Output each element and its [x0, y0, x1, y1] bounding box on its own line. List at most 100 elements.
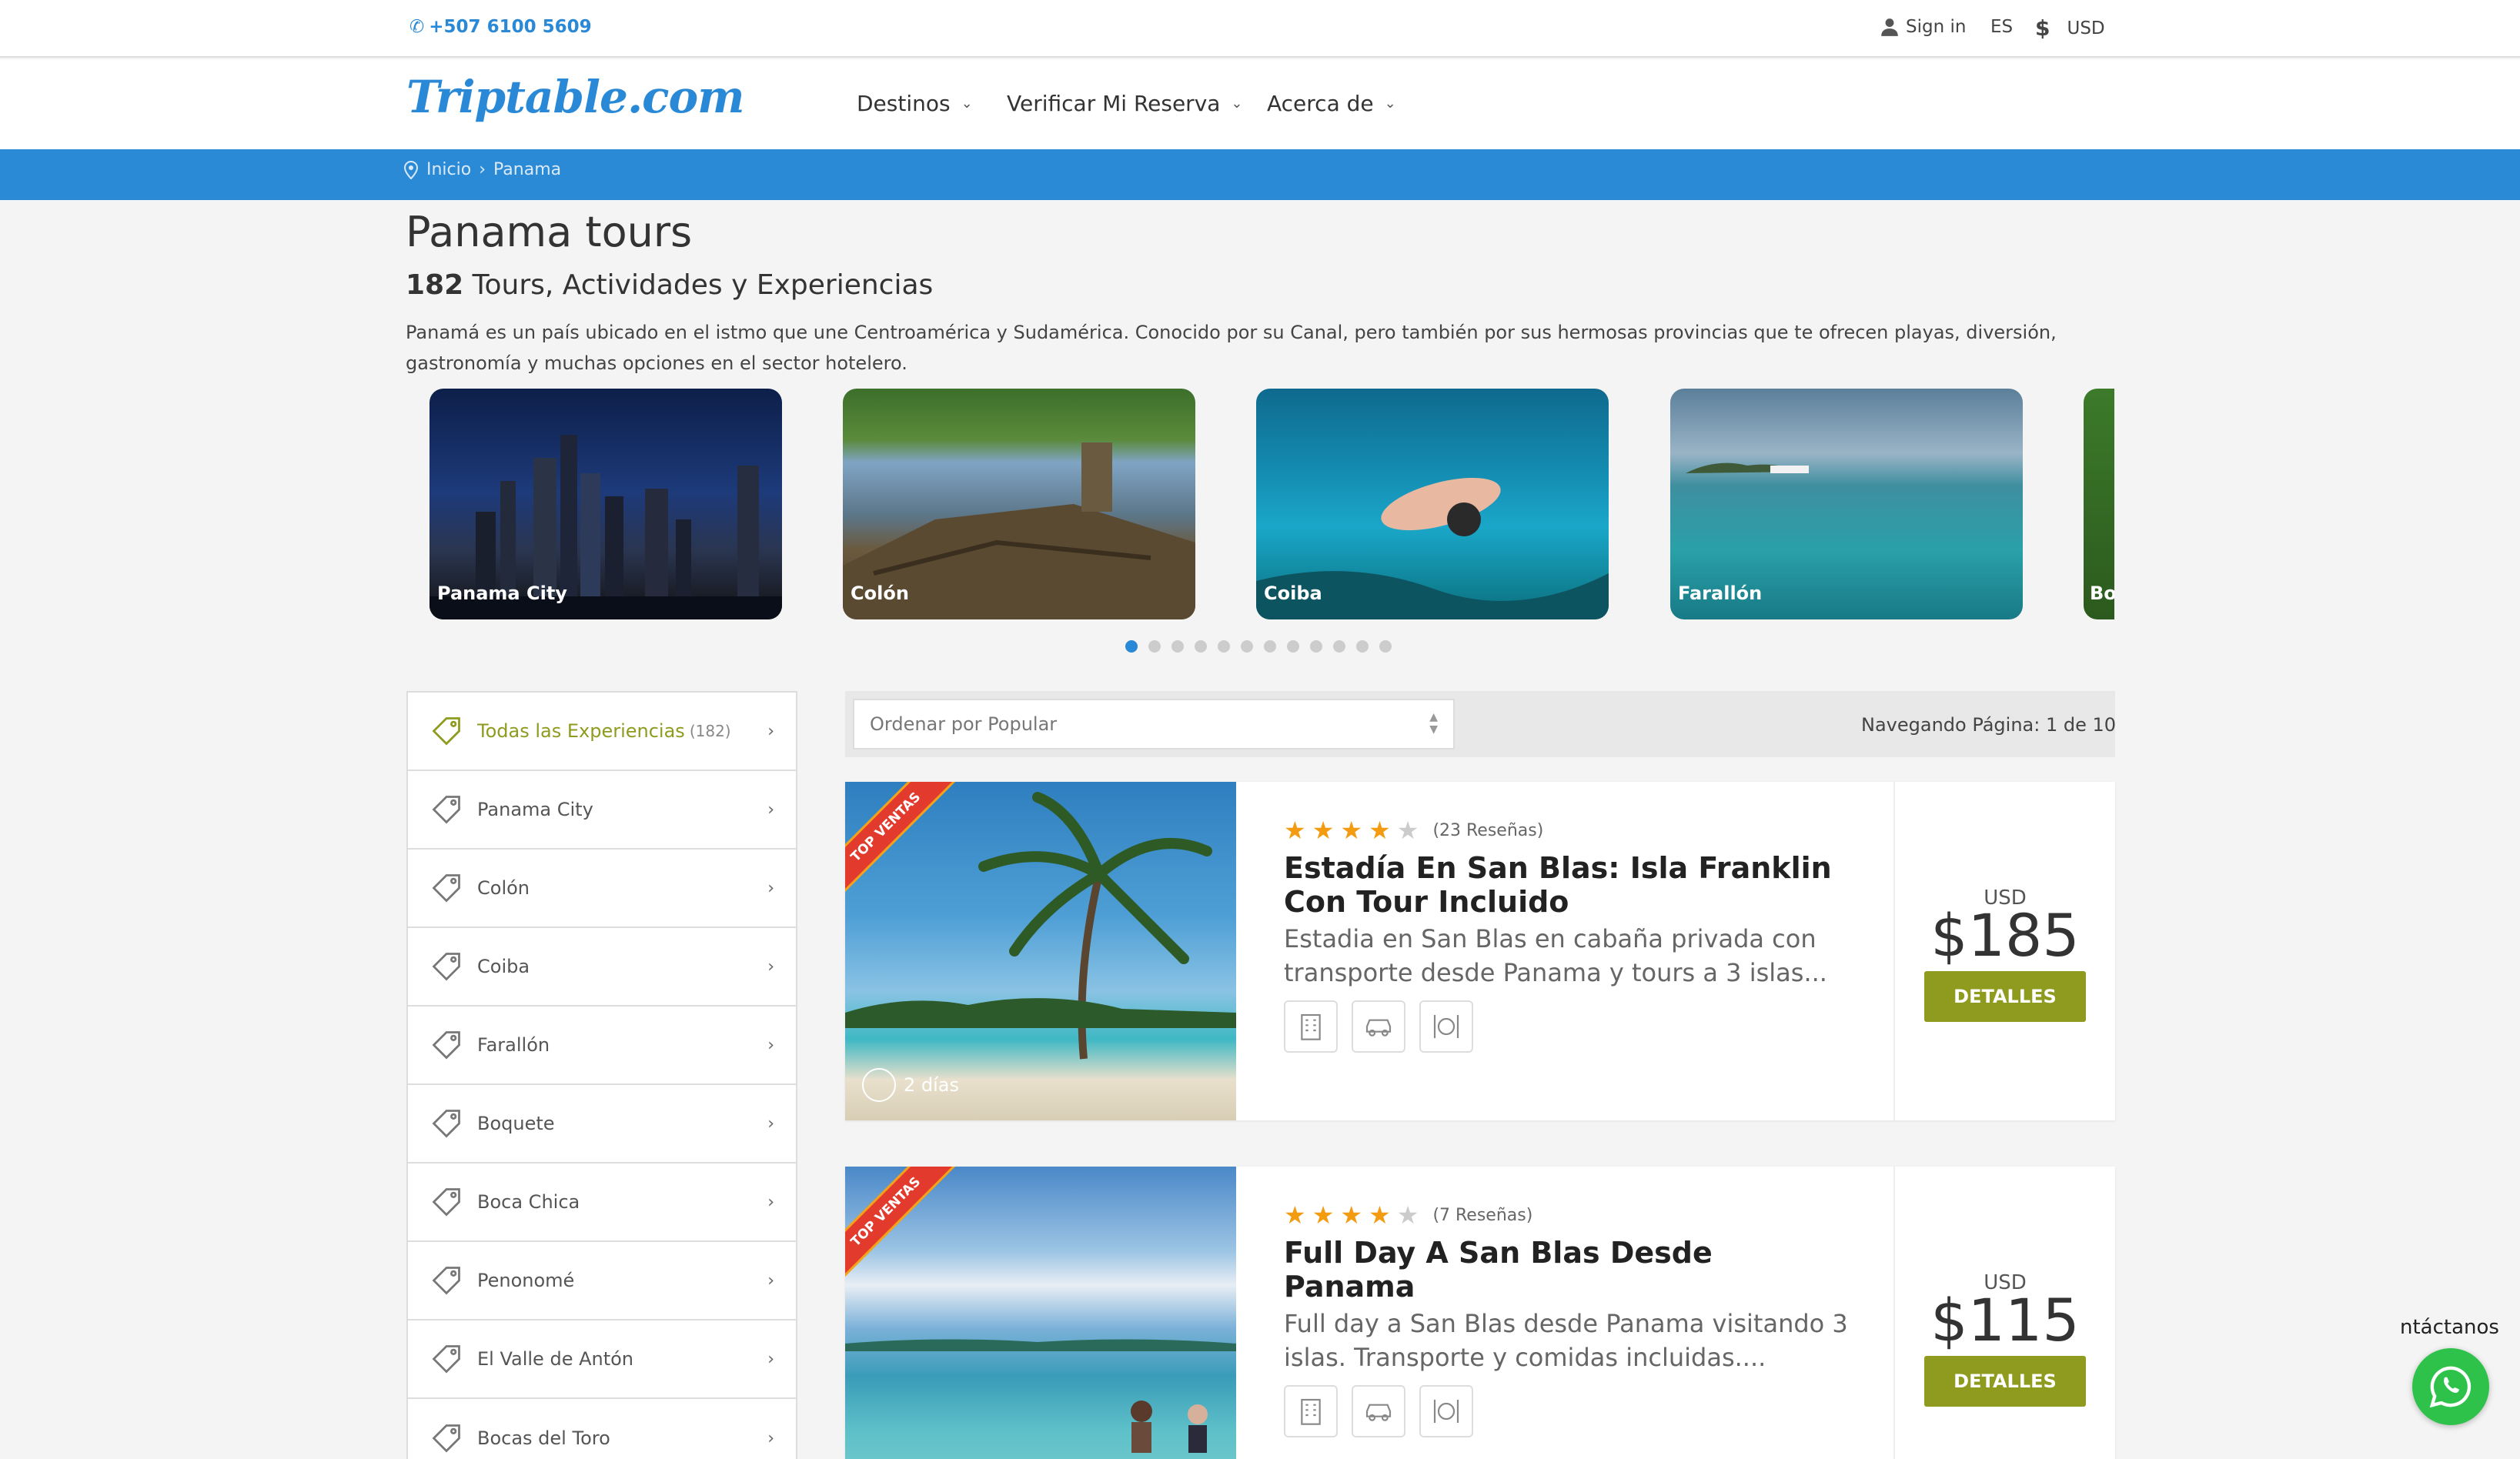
nav-label: Acerca de — [1267, 91, 1374, 116]
card-label: Bo — [2090, 583, 2114, 604]
tour-price: $185 — [1930, 901, 2080, 970]
details-button[interactable]: DETALLES — [1924, 971, 2086, 1022]
carousel-dot[interactable] — [1264, 640, 1276, 653]
sidebar-item-label: Coiba — [477, 956, 530, 977]
chevron-right-icon: › — [767, 878, 774, 898]
sidebar-item-farallon[interactable]: Farallón › — [408, 1007, 796, 1085]
carousel-dot[interactable] — [1356, 640, 1369, 653]
carousel-dot[interactable] — [1310, 640, 1322, 653]
nav-verificar-reserva[interactable]: Verificar Mi Reserva ⌄ — [1007, 91, 1243, 116]
tag-icon — [432, 953, 460, 981]
chevron-down-icon: ⌄ — [961, 95, 973, 112]
star-filled-icon: ★ — [1369, 1200, 1391, 1230]
tag-icon — [432, 1267, 460, 1295]
sort-select[interactable]: Ordenar por Popular ▲ ▼ — [853, 699, 1455, 750]
tour-count: 182 — [406, 269, 464, 301]
price-box: USD $115 DETALLES — [1893, 1167, 2115, 1459]
chevron-right-icon: › — [767, 800, 774, 820]
phone-link[interactable]: ✆ +507 6100 5609 — [409, 17, 592, 37]
sidebar-item-bocas-del-toro[interactable]: Bocas del Toro › — [408, 1399, 796, 1459]
chevron-right-icon: › — [767, 1113, 774, 1133]
destination-card-coiba[interactable]: Coiba — [1256, 389, 1609, 619]
carousel-dot[interactable] — [1195, 640, 1207, 653]
nav-acerca-de[interactable]: Acerca de ⌄ — [1267, 91, 1396, 116]
star-filled-icon: ★ — [1340, 816, 1363, 845]
sidebar-item-label: Panama City — [477, 799, 593, 820]
star-empty-icon: ★ — [1396, 1200, 1419, 1230]
phone-icon: ✆ — [409, 17, 425, 37]
carousel-dot[interactable] — [1379, 640, 1392, 653]
nav-destinos[interactable]: Destinos ⌄ — [857, 91, 973, 116]
whatsapp-button[interactable] — [2412, 1348, 2489, 1425]
breadcrumb-current[interactable]: Panama — [493, 160, 561, 179]
duration-label: 2 días — [904, 1074, 960, 1096]
chevron-right-icon: › — [767, 721, 774, 741]
rating-stars: ★ ★ ★ ★ ★ (7 Reseñas) — [1284, 1200, 1853, 1230]
review-count[interactable]: (23 Reseñas) — [1432, 821, 1543, 840]
carousel-dot[interactable] — [1148, 640, 1161, 653]
carousel-dots — [1125, 640, 1392, 653]
tour-body: ★ ★ ★ ★ ★ (23 Reseñas) Estadía En San Blas: … — [1284, 816, 1853, 1053]
sidebar-item-label: Boquete — [477, 1113, 555, 1134]
tour-price: $115 — [1930, 1286, 2080, 1354]
sidebar-item-boca-chica[interactable]: Boca Chica › — [408, 1164, 796, 1242]
carousel-dot[interactable] — [1333, 640, 1345, 653]
sidebar-item-label: El Valle de Antón — [477, 1348, 634, 1370]
sidebar-item-el-valle[interactable]: El Valle de Antón › — [408, 1320, 796, 1399]
carousel-dot[interactable] — [1218, 640, 1230, 653]
carousel-dot[interactable] — [1287, 640, 1299, 653]
main-header — [0, 59, 2520, 149]
tour-image[interactable]: TOP VENTAS 2 días — [845, 782, 1236, 1120]
star-filled-icon: ★ — [1284, 1200, 1306, 1230]
destination-card-partial[interactable]: Bo — [2084, 389, 2114, 619]
sidebar-item-count: (182) — [689, 722, 731, 740]
sidebar-item-label: Bocas del Toro — [477, 1427, 610, 1449]
top-bar — [0, 0, 2520, 58]
carousel-dot[interactable] — [1241, 640, 1253, 653]
sidebar-item-all[interactable]: Todas las Experiencias (182) › — [408, 693, 796, 771]
chevron-down-icon: ⌄ — [1231, 95, 1243, 112]
tour-body: ★ ★ ★ ★ ★ (7 Reseñas) Full Day A San Blas De… — [1284, 1200, 1853, 1437]
star-filled-icon: ★ — [1340, 1200, 1363, 1230]
carousel-dot[interactable] — [1171, 640, 1184, 653]
nav-label: Destinos — [857, 91, 951, 116]
site-logo[interactable]: Triptable.com — [406, 71, 745, 123]
destination-card-panama-city[interactable]: Panama City — [429, 389, 782, 619]
tour-image[interactable]: TOP VENTAS — [845, 1167, 1236, 1459]
review-count[interactable]: (7 Reseñas) — [1432, 1206, 1532, 1225]
page-description: Panamá es un país ubicado en el istmo qu… — [406, 322, 2057, 374]
tour-card[interactable]: TOP VENTAS ★ ★ ★ ★ ★ (7 Reseñas) Full Day A … — [845, 1167, 2115, 1459]
tour-title[interactable]: Estadía En San Blas: Isla Franklin Con T… — [1284, 851, 1853, 919]
tour-card[interactable]: TOP VENTAS 2 días ★ ★ ★ ★ ★ (23 Reseñas) Est… — [845, 782, 2115, 1120]
chevron-right-icon: › — [767, 1428, 774, 1448]
destination-card-farallon[interactable]: Farallón — [1670, 389, 2023, 619]
sidebar-item-boquete[interactable]: Boquete › — [408, 1085, 796, 1164]
sidebar-item-label: Boca Chica — [477, 1191, 580, 1213]
sidebar-item-panama-city[interactable]: Panama City › — [408, 771, 796, 850]
sidebar-item-penonome[interactable]: Penonomé › — [408, 1242, 796, 1320]
details-button[interactable]: DETALLES — [1924, 1356, 2086, 1407]
phone-number: +507 6100 5609 — [429, 17, 592, 37]
tour-title[interactable]: Full Day A San Blas Desde Panama — [1284, 1236, 1853, 1304]
destination-card-colon[interactable]: Colón — [843, 389, 1195, 619]
carousel-dot[interactable] — [1125, 640, 1138, 653]
sidebar-item-colon[interactable]: Colón › — [408, 850, 796, 928]
star-filled-icon: ★ — [1284, 816, 1306, 845]
card-label: Panama City — [437, 583, 567, 604]
language-selector[interactable]: ES — [1990, 17, 2013, 37]
sign-in-link[interactable]: Sign in — [1880, 17, 1966, 37]
dollar-icon: $ — [2035, 15, 2050, 41]
contact-label[interactable]: ntáctanos — [2400, 1316, 2499, 1339]
breadcrumb: Inicio › Panama — [403, 160, 561, 179]
sign-in-label: Sign in — [1906, 17, 1967, 37]
tag-icon — [432, 1110, 460, 1138]
sidebar-item-coiba[interactable]: Coiba › — [408, 928, 796, 1007]
chevron-right-icon: › — [767, 1035, 774, 1055]
amenity-icons — [1284, 1385, 1853, 1437]
star-filled-icon: ★ — [1312, 1200, 1335, 1230]
card-label: Coiba — [1264, 583, 1322, 604]
hotel-icon — [1284, 1000, 1338, 1053]
breadcrumb-home[interactable]: Inicio — [426, 160, 471, 179]
currency-selector[interactable]: $ USD — [2035, 15, 2105, 41]
breadcrumb-bar — [0, 149, 2520, 200]
